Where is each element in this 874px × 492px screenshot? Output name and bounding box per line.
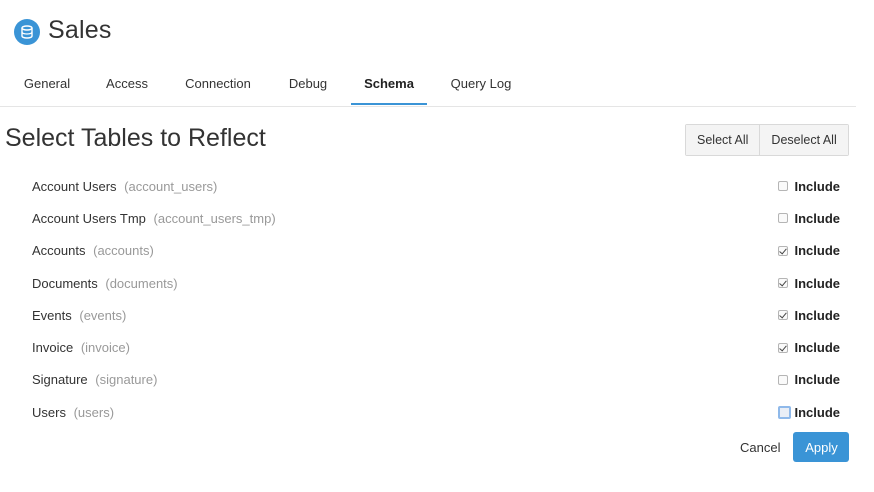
table-label: Account Users Tmp (account_users_tmp) (32, 211, 276, 226)
table-label: Invoice (invoice) (32, 340, 130, 355)
include-toggle[interactable]: Include (778, 308, 840, 323)
tab-access[interactable]: Access (106, 64, 148, 104)
include-label: Include (794, 243, 840, 259)
table-label: Users (users) (32, 405, 114, 420)
table-id: (users) (73, 404, 115, 420)
table-row: Documents (documents) Include (32, 267, 840, 299)
tab-general[interactable]: General (23, 64, 71, 104)
include-toggle[interactable]: Include (778, 340, 840, 355)
include-checkbox[interactable] (778, 374, 789, 385)
include-checkbox[interactable] (778, 181, 789, 192)
include-checkbox[interactable] (778, 278, 789, 289)
table-row: Signature (signature) Include (32, 364, 840, 396)
tab-bar: General Access Connection Debug Schema Q… (0, 64, 856, 107)
section-title: Select Tables to Reflect (5, 124, 266, 152)
table-id: (events) (79, 307, 127, 323)
include-checkbox[interactable] (778, 342, 789, 353)
table-name: Accounts (32, 243, 86, 259)
include-toggle[interactable]: Include (778, 179, 840, 194)
apply-button[interactable]: Apply (793, 432, 850, 462)
table-id: (documents) (105, 275, 178, 291)
table-name: Events (32, 307, 72, 323)
select-all-button[interactable]: Select All (686, 125, 760, 155)
table-label: Accounts (accounts) (32, 243, 154, 258)
selection-button-group: Select All Deselect All (685, 124, 849, 156)
table-id: (account_users) (124, 178, 218, 194)
include-label: Include (794, 178, 840, 194)
include-label: Include (794, 340, 840, 356)
include-label: Include (794, 275, 840, 291)
table-name: Users (32, 404, 66, 420)
page-header: Sales (14, 12, 112, 48)
include-label: Include (794, 404, 840, 420)
table-name: Account Users (32, 178, 117, 194)
include-checkbox[interactable] (778, 213, 789, 224)
table-row: Invoice (invoice) Include (32, 331, 840, 363)
table-row: Users (users) Include (32, 396, 840, 428)
include-toggle[interactable]: Include (778, 243, 840, 258)
include-toggle[interactable]: Include (778, 372, 840, 387)
include-checkbox[interactable] (778, 405, 792, 419)
table-row: Account Users (account_users) Include (32, 170, 840, 202)
form-actions: Cancel Apply (740, 432, 850, 462)
database-icon (14, 19, 40, 45)
include-label: Include (794, 372, 840, 388)
table-label: Documents (documents) (32, 276, 178, 291)
include-toggle[interactable]: Include (778, 211, 840, 226)
table-id: (account_users_tmp) (153, 210, 276, 226)
page-title: Sales (48, 15, 112, 44)
table-name: Documents (32, 275, 98, 291)
table-list: Account Users (account_users) Include Ac… (32, 170, 840, 428)
table-id: (signature) (95, 372, 158, 388)
tab-query-log[interactable]: Query Log (449, 64, 513, 104)
table-id: (accounts) (93, 243, 154, 259)
include-label: Include (794, 210, 840, 226)
table-row: Account Users Tmp (account_users_tmp) In… (32, 202, 840, 234)
deselect-all-button[interactable]: Deselect All (759, 125, 848, 155)
table-row: Events (events) Include (32, 299, 840, 331)
table-name: Invoice (32, 340, 74, 356)
table-label: Signature (signature) (32, 372, 157, 387)
table-name: Account Users Tmp (32, 210, 146, 226)
include-toggle[interactable]: Include (778, 276, 840, 291)
cancel-button[interactable]: Cancel (740, 440, 780, 455)
tab-schema[interactable]: Schema (351, 64, 427, 105)
table-name: Signature (32, 372, 88, 388)
include-toggle[interactable]: Include (778, 405, 840, 420)
table-row: Accounts (accounts) Include (32, 235, 840, 267)
include-label: Include (794, 307, 840, 323)
tab-connection[interactable]: Connection (183, 64, 253, 104)
tab-debug[interactable]: Debug (288, 64, 328, 104)
table-label: Events (events) (32, 308, 126, 323)
table-id: (invoice) (80, 340, 130, 356)
include-checkbox[interactable] (778, 245, 789, 256)
include-checkbox[interactable] (778, 310, 789, 321)
table-label: Account Users (account_users) (32, 179, 217, 194)
